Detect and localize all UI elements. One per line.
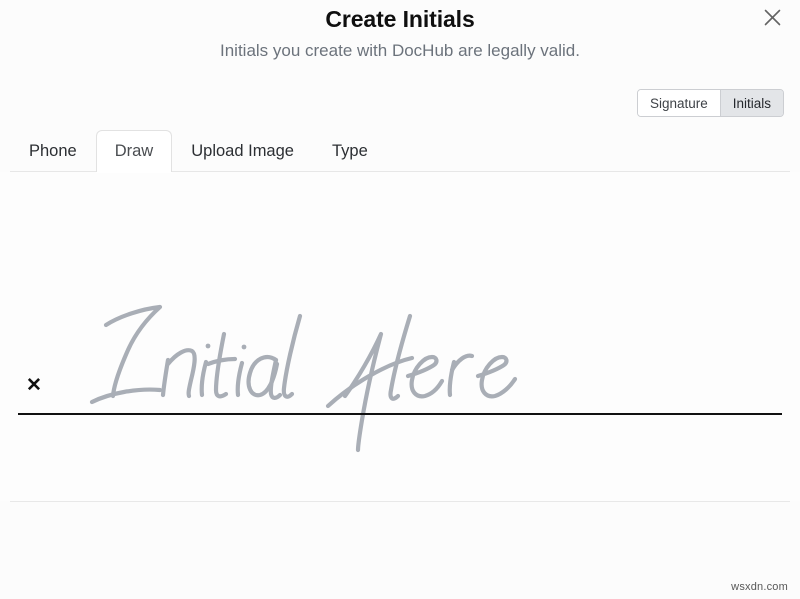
modal-header: Create Initials Initials you create with… — [0, 0, 800, 78]
signature-initials-toggle: Signature Initials — [636, 89, 784, 117]
tab-upload-image[interactable]: Upload Image — [172, 130, 313, 172]
tab-draw[interactable]: Draw — [95, 130, 173, 172]
signature-baseline — [18, 413, 782, 415]
modal-subtitle: Initials you create with DocHub are lega… — [219, 41, 580, 60]
tab-type[interactable]: Type — [313, 130, 387, 172]
tab-bar: Phone Draw Upload Image Type — [0, 126, 800, 172]
close-x-glyph — [764, 9, 780, 25]
watermark: wsxdn.com — [731, 581, 788, 593]
segment-initials[interactable]: Initials — [719, 90, 783, 116]
tab-phone[interactable]: Phone — [10, 130, 96, 172]
create-initials-modal: Create Initials Initials you create with… — [0, 0, 800, 599]
signature-x-marker: ✕ — [26, 375, 42, 396]
draw-panel: ✕ — [0, 172, 800, 501]
close-icon[interactable] — [758, 3, 786, 31]
footer-divider — [10, 501, 790, 502]
page-title: Create Initials — [325, 6, 475, 32]
segment-signature[interactable]: Signature — [637, 90, 720, 116]
signature-draw-canvas[interactable] — [0, 172, 800, 501]
